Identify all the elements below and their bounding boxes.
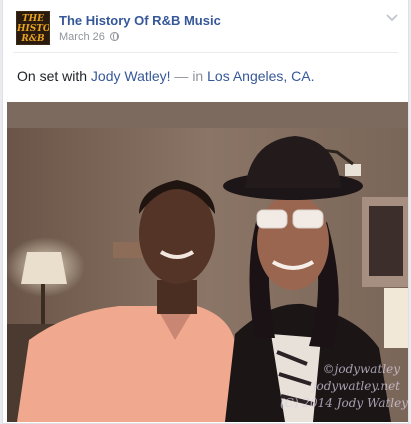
post-date[interactable]: March 26 [59,31,105,43]
post-photo[interactable]: ©jodywatley jodywatley.net (C) 2014 Jody… [7,102,408,422]
status-separator: — in [170,68,208,84]
avatar-text-line: HISTORY [17,24,50,34]
watermark-line: ©jodywatley [322,362,400,376]
page-name-link[interactable]: The History Of R&B Music [59,13,221,28]
header-divider [13,52,398,53]
avatar-text-line: THE [21,14,45,24]
post-card: THE HISTORY R&B MUS The History Of R&B M… [2,0,409,424]
watermark-line: jodywatley.net [312,379,400,393]
post-status-text: On set with Jody Watley! — in Los Angele… [17,68,315,84]
page-avatar[interactable]: THE HISTORY R&B MUS [16,11,50,45]
status-prefix: On set with [17,68,91,84]
post-meta: March 26 [59,31,119,43]
avatar-text-line: R&B MUS [21,34,45,44]
post-header: THE HISTORY R&B MUS The History Of R&B M… [3,0,408,52]
globe-icon [109,32,119,41]
chevron-down-icon[interactable] [386,13,398,23]
photo-watermark: ©jodywatley jodywatley.net (C) 2014 Jody… [280,361,408,412]
location-link[interactable]: Los Angeles, CA. [207,68,314,84]
tagged-person-link[interactable]: Jody Watley! [91,68,171,84]
watermark-line: (C) 2014 Jody Watley [280,396,408,410]
